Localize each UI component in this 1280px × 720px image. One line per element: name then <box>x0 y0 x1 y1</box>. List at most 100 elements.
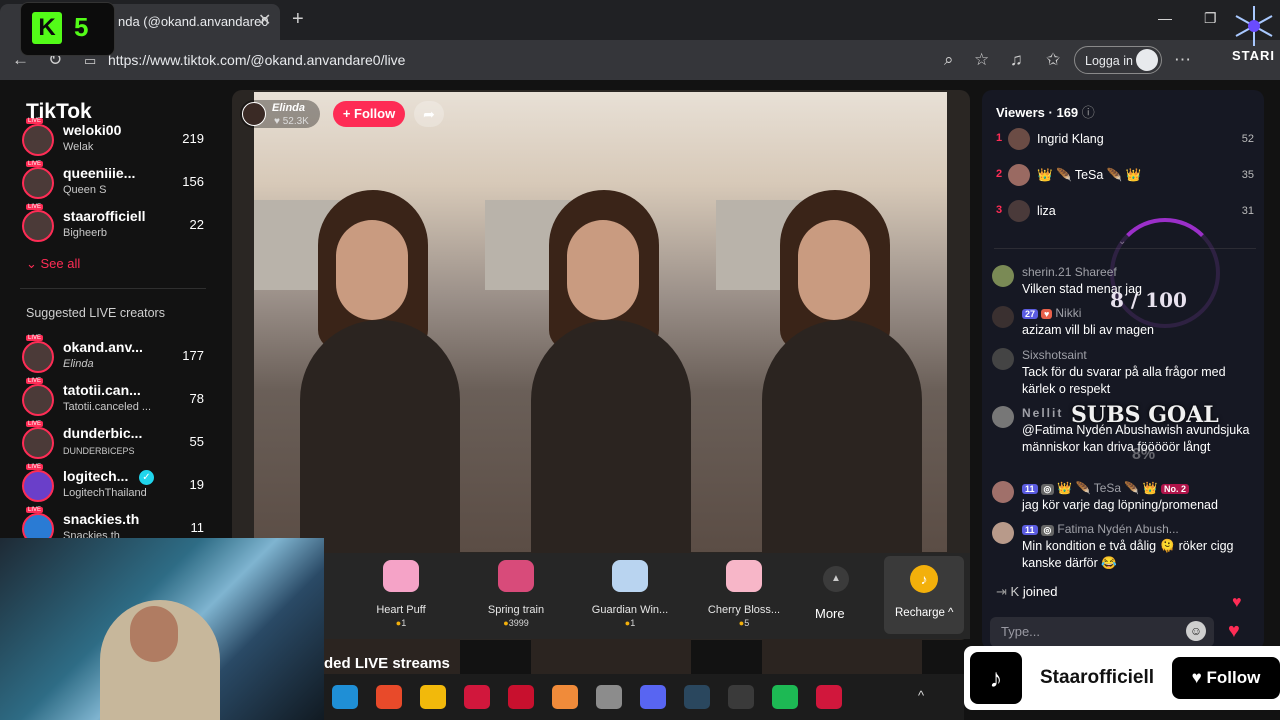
gift-name: Spring train <box>487 604 545 616</box>
sidebar-item-okand[interactable]: LIVE okand.anv... Elinda 177 <box>22 335 212 379</box>
follow-alert-button[interactable]: ♥ Follow <box>1172 657 1280 699</box>
fan-level-badge: 11 <box>1022 484 1038 494</box>
video-face-right <box>798 220 870 320</box>
chat-text: Vilken stad menar jag <box>1022 282 1142 296</box>
read-aloud-icon[interactable]: ♫ <box>1010 50 1023 70</box>
minimize-button[interactable]: — <box>1158 10 1172 26</box>
taskbar-tf-icon[interactable] <box>728 685 754 709</box>
emoji-icon[interactable]: ☺ <box>1186 621 1206 641</box>
taskbar-chrome-icon[interactable] <box>420 685 446 709</box>
chat-username: Nikki <box>1055 306 1082 320</box>
chat-username: Sixshotsaint <box>1022 348 1087 362</box>
creator-name: logitech... <box>63 468 129 484</box>
webcam-head <box>130 606 178 662</box>
chat-username: 👑 🪶 TeSa 🪶 👑 <box>1057 481 1158 495</box>
live-badge: LIVE <box>26 204 44 210</box>
gift-cherry-blossom[interactable]: Cherry Bloss... ●5 <box>694 560 794 628</box>
taskbar-mcafee-icon[interactable] <box>508 685 534 709</box>
taskbar-tiktok-icon[interactable] <box>816 685 842 709</box>
gift-name: Guardian Win... <box>591 604 669 616</box>
more-menu-icon[interactable]: ⋯ <box>1174 50 1191 70</box>
gift-heart-puff[interactable]: Heart Puff ●1 <box>351 560 451 628</box>
cherry-blossom-icon <box>726 560 762 592</box>
sidebar-divider <box>20 288 206 289</box>
tab-close-icon[interactable]: ✕ <box>258 10 271 30</box>
live-badge: LIVE <box>26 335 44 341</box>
info-icon[interactable]: ⓘ <box>1082 105 1095 120</box>
host-likes-value: 52.3K <box>282 116 309 127</box>
taskbar-discord-icon[interactable] <box>640 685 666 709</box>
gift-name: Cherry Bloss... <box>707 604 781 616</box>
gift-price-value: 1 <box>401 618 407 628</box>
host-avatar[interactable] <box>242 102 266 126</box>
sidebar-item-logitech[interactable]: LIVE logitech... ✓ LogitechThailand 19 <box>22 464 212 508</box>
creator-nickname: Tatotii.canceled ... <box>63 401 152 413</box>
viewer-rank: 2 <box>996 168 1003 180</box>
avatar <box>22 427 54 459</box>
sidebar-item-dunderbiceps[interactable]: LIVE dunderbic... DUNDERBICEPS 55 <box>22 421 212 465</box>
taskbar-app-spiral-icon[interactable] <box>552 685 578 709</box>
taskbar-app-camera-icon[interactable] <box>596 685 622 709</box>
gift-badge-icon: ◎ <box>1040 484 1055 495</box>
taskbar-spotify-icon[interactable] <box>772 685 798 709</box>
avatar <box>22 167 54 199</box>
video-face-left <box>336 220 408 320</box>
zoom-icon[interactable]: ⌕ <box>944 50 954 70</box>
gift-guardian-wings[interactable]: Guardian Win... ●1 <box>580 560 680 628</box>
chat-username-row: 11 ◎ 👑 🪶 TeSa 🪶 👑 No. 2 <box>1022 481 1192 495</box>
taskbar-steam-icon[interactable] <box>684 685 710 709</box>
creator-nickname: Welak <box>63 141 94 153</box>
avatar <box>22 384 54 416</box>
like-heart-icon[interactable]: ♥ <box>1228 620 1240 643</box>
tab-title[interactable]: nda (@okand.anvandare0 <box>118 14 269 29</box>
taskbar-edge-icon[interactable] <box>332 685 358 709</box>
viewer-count: 156 <box>182 174 204 189</box>
chevron-up-icon[interactable]: ▲ <box>823 566 849 592</box>
chat-input-placeholder[interactable]: Type... <box>1001 624 1040 639</box>
url-field[interactable]: https://www.tiktok.com/@okand.anvandare0… <box>108 52 405 68</box>
avatar <box>1008 200 1030 222</box>
sidebar-item-tatotii[interactable]: LIVE tatotii.can... Tatotii.canceled ...… <box>22 378 212 422</box>
more-gifts-button[interactable]: More <box>815 606 845 621</box>
chat-text: Tack för du svarar på alla frågor med kä… <box>1022 365 1226 396</box>
host-name[interactable]: Elinda <box>272 102 305 114</box>
recharge-label[interactable]: Recharge ^ <box>895 607 953 619</box>
viewer-row[interactable]: 2 👑 🪶 TeSa 🪶 👑 35 <box>996 164 1254 188</box>
host-likes: ♥ 52.3K <box>274 116 309 127</box>
sidebar-item-weloki00[interactable]: LIVE weloki00 Welak 219 <box>22 118 212 162</box>
favorite-star-icon[interactable]: ☆ <box>974 50 989 70</box>
subs-goal-percent: 8% <box>1132 446 1156 463</box>
follow-alert-name: Staarofficiell <box>1040 667 1155 688</box>
see-all-link[interactable]: ⌄ See all <box>26 256 80 272</box>
avatar <box>992 481 1014 503</box>
sidebar-item-staarofficiell[interactable]: LIVE staarofficiell Bigheerb 22 <box>22 204 212 248</box>
follow-button[interactable]: + Follow <box>333 101 405 127</box>
viewer-count: 78 <box>189 391 204 406</box>
viewer-name: 👑 🪶 TeSa 🪶 👑 <box>1037 168 1142 182</box>
enter-icon: ⇥ <box>996 584 1011 599</box>
avatar <box>22 470 54 502</box>
gift-price-value: 3999 <box>508 618 529 628</box>
live-badge: LIVE <box>26 464 44 470</box>
viewer-name: liza <box>1037 204 1056 218</box>
viewer-count: 177 <box>182 348 204 363</box>
tiktok-logo-icon: ♪ <box>970 652 1022 704</box>
share-icon[interactable]: ➦ <box>414 101 444 127</box>
viewer-row[interactable]: 1 Ingrid Klang 52 <box>996 128 1254 152</box>
taskbar-app-a-icon[interactable] <box>464 685 490 709</box>
kick-logo-icon: K <box>32 12 62 44</box>
sidebar-item-queeniiie[interactable]: LIVE queeniiie... Queen S 156 <box>22 161 212 205</box>
avatar <box>992 265 1014 287</box>
fan-level-badge: 27 <box>1022 309 1039 319</box>
favorites-icon[interactable]: ✩ <box>1046 50 1060 70</box>
new-tab-button[interactable]: + <box>292 8 304 31</box>
viewer-score: 35 <box>1241 169 1254 181</box>
tray-chevron-icon[interactable]: ^ <box>918 688 924 703</box>
taskbar-app-red-icon[interactable] <box>376 685 402 709</box>
avatar <box>992 306 1014 328</box>
video-body-right <box>762 320 922 700</box>
avatar <box>992 522 1014 544</box>
viewer-row[interactable]: 3 liza 31 <box>996 200 1254 224</box>
viewers-title: Viewers · 169 ⓘ <box>996 102 1095 121</box>
gift-spring-train[interactable]: Spring train ●3999 <box>466 560 566 628</box>
